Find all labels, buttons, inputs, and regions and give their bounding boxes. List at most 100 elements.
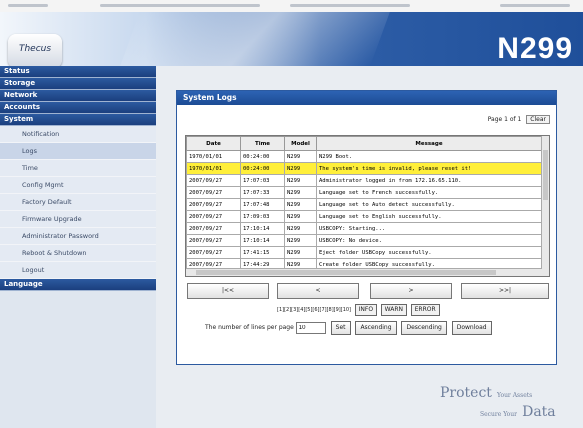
sidebar-item-factory-default[interactable]: Factory Default — [0, 194, 156, 211]
sidebar-item-logout[interactable]: Logout — [0, 262, 156, 279]
logo-text: Thecus — [18, 44, 52, 54]
filter-info-button[interactable]: INFO — [354, 304, 378, 316]
set-button[interactable]: Set — [330, 321, 351, 335]
cell-date: 2007/09/27 — [186, 234, 241, 247]
sidebar-section-status[interactable]: Status — [0, 66, 156, 78]
lines-per-page-input[interactable] — [295, 322, 326, 334]
cell-time: 17:10:14 — [240, 222, 285, 235]
sidebar-item-admin-password[interactable]: Administrator Password — [0, 228, 156, 245]
toolbar-placeholder — [500, 4, 570, 7]
next-page-button[interactable]: > — [370, 283, 452, 299]
toolbar-placeholder — [290, 4, 410, 7]
filter-error-button[interactable]: ERROR — [410, 304, 440, 316]
sidebar-item-firmware[interactable]: Firmware Upgrade — [0, 211, 156, 228]
sidebar-section-network[interactable]: Network — [0, 90, 156, 102]
cell-date: 2007/09/27 — [186, 198, 241, 211]
cell-time: 17:10:14 — [240, 234, 285, 247]
sidebar-item-config[interactable]: Config Mgmt — [0, 177, 156, 194]
first-page-button[interactable]: |<< — [187, 283, 269, 299]
page-select[interactable]: Clear — [526, 115, 550, 124]
cell-message: Administrator logged in from 172.16.65.1… — [316, 174, 542, 187]
vertical-scrollbar[interactable] — [541, 136, 549, 276]
log-table-container: Date Time Model Message 1970/01/01 00:24:… — [185, 135, 550, 277]
cell-message: USBCOPY: No device. — [316, 234, 542, 247]
tagline-protect: Protect — [440, 385, 492, 401]
toolbar-placeholder — [100, 4, 260, 7]
sidebar-section-accounts[interactable]: Accounts — [0, 102, 156, 114]
page-label: Page 1 of 1 — [487, 116, 522, 123]
cell-model: N299 — [284, 222, 317, 235]
cell-message: USBCOPY: Starting... — [316, 222, 542, 235]
cell-date: 1970/01/01 — [186, 150, 241, 163]
table-row[interactable]: 2007/09/27 17:09:03 N299 Language set to En… — [186, 210, 542, 223]
cell-message: Language set to English successfully. — [316, 210, 542, 223]
sidebar-item-time[interactable]: Time — [0, 160, 156, 177]
cell-model: N299 — [284, 246, 317, 259]
header-wave — [120, 12, 390, 66]
page-number-links[interactable]: [1][2][3][4][5][6][7][8][9][10] — [277, 307, 351, 313]
table-row[interactable]: 2007/09/27 17:41:15 N299 Eject folder USBCo… — [186, 246, 542, 259]
download-button[interactable]: Download — [451, 321, 492, 335]
cell-date: 2007/09/27 — [186, 186, 241, 199]
tagline-secure: Secure Your — [480, 411, 517, 418]
header-banner: Thecus N299 — [0, 12, 583, 68]
cell-time: 17:07:03 — [240, 174, 285, 187]
table-row[interactable]: 2007/09/27 17:07:33 N299 Language set to Fr… — [186, 186, 542, 199]
cell-time: 00:24:00 — [240, 162, 285, 175]
table-row[interactable]: 2007/09/27 17:07:03 N299 Administrator logg… — [186, 174, 542, 187]
tagline-assets: Your Assets — [497, 392, 533, 399]
cell-date: 2007/09/27 — [186, 246, 241, 259]
table-row[interactable]: 2007/09/27 17:07:48 N299 Language set to Au… — [186, 198, 542, 211]
cell-date: 2007/09/27 — [186, 210, 241, 223]
sidebar-section-system[interactable]: System — [0, 114, 156, 126]
table-row[interactable]: 1970/01/01 00:24:00 N299 N299 Boot. — [186, 150, 542, 163]
lines-per-page-row: The number of lines per page Set Ascendi… — [205, 321, 492, 335]
log-table: Date Time Model Message 1970/01/01 00:24:… — [186, 136, 542, 271]
cell-date: 2007/09/27 — [186, 222, 241, 235]
cell-model: N299 — [284, 174, 317, 187]
prev-page-button[interactable]: < — [277, 283, 359, 299]
toolbar-placeholder — [8, 4, 48, 7]
scrollbar-thumb[interactable] — [543, 150, 548, 200]
cell-date: 2007/09/27 — [186, 174, 241, 187]
cell-model: N299 — [284, 234, 317, 247]
table-header-row: Date Time Model Message — [186, 136, 542, 151]
cell-message: Language set to French successfully. — [316, 186, 542, 199]
sidebar-item-reboot[interactable]: Reboot & Shutdown — [0, 245, 156, 262]
cell-message: Language set to Auto detect successfully… — [316, 198, 542, 211]
table-row[interactable]: 2007/09/27 17:10:14 N299 USBCOPY: Starting.… — [186, 222, 542, 235]
scrollbar-thumb[interactable] — [196, 270, 496, 275]
cell-message: The system's time is invalid, please res… — [316, 162, 542, 175]
horizontal-scrollbar[interactable] — [186, 268, 542, 276]
cell-time: 17:07:33 — [240, 186, 285, 199]
sidebar-section-storage[interactable]: Storage — [0, 78, 156, 90]
tagline: Protect Your Assets Secure Your Data — [440, 382, 556, 420]
descending-button[interactable]: Descending — [401, 321, 447, 335]
last-page-button[interactable]: >>| — [461, 283, 549, 299]
log-filter-bar: [1][2][3][4][5][6][7][8][9][10] INFO WAR… — [277, 304, 440, 316]
thecus-logo[interactable]: Thecus — [8, 34, 62, 68]
page-info: Page 1 of 1 Clear — [488, 115, 550, 124]
column-header-model[interactable]: Model — [284, 136, 317, 151]
sidebar-item-notification[interactable]: Notification — [0, 126, 156, 143]
ascending-button[interactable]: Ascending — [355, 321, 397, 335]
cell-model: N299 — [284, 186, 317, 199]
cell-model: N299 — [284, 210, 317, 223]
cell-time: 00:24:00 — [240, 150, 285, 163]
cell-time: 17:41:15 — [240, 246, 285, 259]
filter-warn-button[interactable]: WARN — [380, 304, 408, 316]
column-header-date[interactable]: Date — [186, 136, 241, 151]
sidebar-item-logs[interactable]: Logs — [0, 143, 156, 160]
lines-per-page-label: The number of lines per page — [205, 324, 294, 331]
panel-title: System Logs — [177, 91, 556, 105]
sidebar-nav: Status Storage Network Accounts System N… — [0, 66, 156, 428]
column-header-time[interactable]: Time — [240, 136, 285, 151]
table-row-highlighted[interactable]: 1970/01/01 00:24:00 N299 The system's time … — [186, 162, 542, 175]
tagline-data: Data — [522, 404, 556, 420]
cell-model: N299 — [284, 198, 317, 211]
system-logs-panel: System Logs Page 1 of 1 Clear Date Time … — [176, 90, 557, 365]
model-title: N299 — [497, 32, 573, 65]
column-header-message[interactable]: Message — [316, 136, 542, 151]
table-row[interactable]: 2007/09/27 17:10:14 N299 USBCOPY: No device… — [186, 234, 542, 247]
sidebar-section-language[interactable]: Language — [0, 279, 156, 291]
